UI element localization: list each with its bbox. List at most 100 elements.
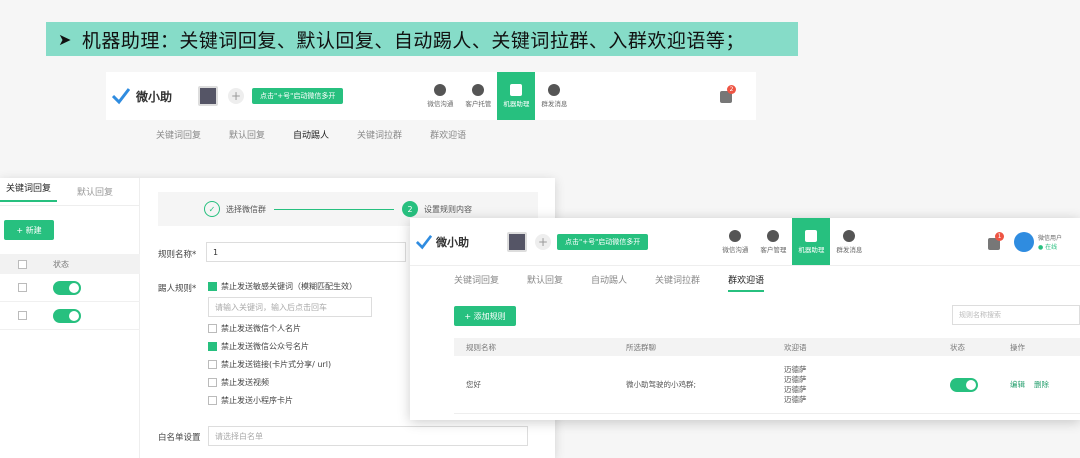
step-done-icon: ✓ — [204, 201, 220, 217]
tab-keyword-reply-left[interactable]: 关键词回复 — [0, 181, 58, 202]
user-avatar — [1014, 232, 1034, 252]
tab-keyword-group[interactable]: 关键词拉群 — [357, 128, 402, 141]
add-rule-button[interactable]: + 添加规则 — [454, 306, 516, 326]
add-account-icon[interactable]: + — [228, 88, 245, 104]
nav-robot[interactable]: 机器助理 — [497, 72, 536, 120]
nav-broadcast[interactable]: 群发消息 — [535, 72, 573, 120]
banner-text: 机器助理：关键词回复、默认回复、自动踢人、关键词拉群、入群欢迎语等； — [81, 29, 745, 52]
online-status: ● 在线 — [1038, 244, 1058, 251]
nav-robot[interactable]: 机器助理 — [792, 218, 831, 265]
nav-customer[interactable]: 客户管理 — [754, 218, 792, 265]
col-status: 状态 — [950, 342, 965, 352]
rule-name-cell: 您好 — [466, 380, 481, 389]
robot-icon — [510, 84, 523, 96]
checkbox[interactable] — [208, 378, 217, 387]
whitelist-select[interactable]: 请选择白名单 — [208, 426, 528, 446]
customer-icon — [767, 229, 780, 242]
greeting-line: 迈德萨 — [784, 394, 807, 404]
col-group: 所选群聊 — [626, 342, 656, 352]
tab-welcome[interactable]: 群欢迎语 — [728, 273, 765, 292]
keyword-input[interactable]: 请输入关键词，输入后点击回车 — [208, 297, 372, 317]
arrow-icon: ➤ — [58, 29, 72, 49]
robot-icon — [805, 229, 818, 242]
group-cell: 微小助驾驶的小鸡群; — [626, 380, 697, 389]
account-avatar[interactable] — [507, 231, 527, 252]
nav-broadcast[interactable]: 群发消息 — [830, 218, 868, 265]
user-info[interactable]: 微信用户 ● 在线 — [1014, 232, 1062, 252]
back-app-header: 微小助 + 点击"+号"启动微信多开 微信沟通 客户托管 机器助理 群发消息 2 — [106, 72, 756, 120]
row-checkbox[interactable] — [18, 283, 27, 292]
broadcast-icon — [548, 84, 561, 96]
option-public-account-card[interactable]: 禁止发送微信公众号名片 — [208, 341, 309, 352]
tab-auto-kick[interactable]: 自动踢人 — [591, 273, 627, 292]
select-all-checkbox[interactable] — [18, 259, 27, 269]
tab-default-reply[interactable]: 默认回复 — [527, 273, 563, 292]
option-sensitive-keyword[interactable]: 禁止发送敏感关键词（模糊匹配生效） — [208, 281, 357, 292]
multi-open-hint[interactable]: 点击"+号"启动微信多开 — [557, 233, 649, 250]
notification-badge: 1 — [995, 232, 1004, 241]
edit-link[interactable]: 编辑 — [1010, 356, 1025, 413]
row-checkbox[interactable] — [18, 311, 27, 320]
tab-welcome[interactable]: 群欢迎语 — [430, 128, 466, 141]
new-rule-button[interactable]: + 新建 — [4, 220, 54, 240]
col-rule-name: 规则名称 — [466, 342, 496, 352]
back-subtabs: 关键词回复 默认回复 自动踢人 关键词拉群 群欢迎语 — [156, 128, 494, 141]
checkbox-checked[interactable] — [208, 282, 217, 291]
user-name: 微信用户 — [1038, 235, 1063, 242]
account-avatar[interactable] — [198, 86, 219, 106]
checkbox[interactable] — [208, 360, 217, 369]
multi-open-hint[interactable]: 点击"+号"启动微信多开 — [252, 88, 344, 104]
app-logo: 微小助 — [112, 87, 172, 105]
kick-rule-label: 踢人规则* — [158, 284, 197, 294]
tab-default-reply-left[interactable]: 默认回复 — [71, 185, 119, 198]
option-personal-card[interactable]: 禁止发送微信个人名片 — [208, 323, 301, 334]
step-1-label: 选择微信群 — [226, 204, 266, 214]
table-row — [0, 274, 140, 302]
status-toggle[interactable] — [950, 377, 978, 392]
status-cell — [950, 356, 978, 413]
option-mini-program[interactable]: 禁止发送小程序卡片 — [208, 395, 293, 406]
welcome-table-header: 规则名称 所选群聊 欢迎语 状态 操作 — [454, 338, 1080, 356]
front-subtabs: 关键词回复 默认回复 自动踢人 关键词拉群 群欢迎语 — [454, 273, 792, 292]
add-account-icon[interactable]: + — [535, 233, 551, 250]
tab-keyword-reply[interactable]: 关键词回复 — [156, 128, 201, 141]
greeting-line: 迈德萨 — [784, 374, 807, 384]
option-video[interactable]: 禁止发送视频 — [208, 377, 269, 388]
tab-auto-kick[interactable]: 自动踢人 — [293, 128, 329, 141]
checkbox[interactable] — [208, 396, 217, 405]
rule-name-label: 规则名称* — [158, 250, 197, 260]
nav-chat[interactable]: 微信沟通 — [716, 218, 754, 265]
step-line — [274, 208, 394, 210]
check-logo-icon — [416, 234, 432, 249]
rule-list-sidebar: 关键词回复 默认回复 + 新建 状态 — [0, 178, 140, 458]
status-toggle[interactable] — [53, 308, 81, 323]
tab-keyword-group[interactable]: 关键词拉群 — [655, 273, 700, 292]
checkbox[interactable] — [208, 324, 217, 333]
search-input[interactable]: 规则名称搜索 — [952, 305, 1080, 325]
rule-name-input[interactable]: 1 — [206, 242, 406, 262]
brand-name: 微小助 — [436, 235, 469, 249]
chat-icon — [729, 229, 742, 242]
option-link[interactable]: 禁止发送链接(卡片式分享/ url) — [208, 359, 331, 370]
nav-customer[interactable]: 客户托管 — [459, 72, 497, 120]
nav-chat[interactable]: 微信沟通 — [421, 72, 459, 120]
delete-link[interactable]: 删除 — [1034, 356, 1049, 413]
col-greeting: 欢迎语 — [784, 342, 807, 352]
greeting-line: 迈德萨 — [784, 384, 807, 394]
rule-table-header: 状态 — [0, 254, 140, 274]
notification-badge: 2 — [727, 85, 736, 94]
chat-icon — [434, 84, 447, 96]
brand-name: 微小助 — [136, 89, 173, 104]
front-app-header: 微小助 + 点击"+号"启动微信多开 微信沟通 客户管理 机器助理 群发消息 1… — [410, 218, 1080, 266]
broadcast-icon — [843, 229, 856, 242]
table-row: 您好 微小助驾驶的小鸡群; 迈德萨 迈德萨 迈德萨 迈德萨 编辑 删除 — [454, 356, 1080, 414]
tab-default-reply[interactable]: 默认回复 — [229, 128, 265, 141]
table-row — [0, 302, 140, 330]
step-2-number: 2 — [402, 201, 418, 217]
status-toggle[interactable] — [53, 280, 81, 295]
greeting-cell: 迈德萨 迈德萨 迈德萨 迈德萨 — [784, 356, 807, 413]
checkbox-checked[interactable] — [208, 342, 217, 351]
tab-keyword-reply[interactable]: 关键词回复 — [454, 273, 499, 292]
whitelist-label: 白名单设置 — [158, 433, 201, 443]
greeting-line: 迈德萨 — [784, 364, 807, 374]
